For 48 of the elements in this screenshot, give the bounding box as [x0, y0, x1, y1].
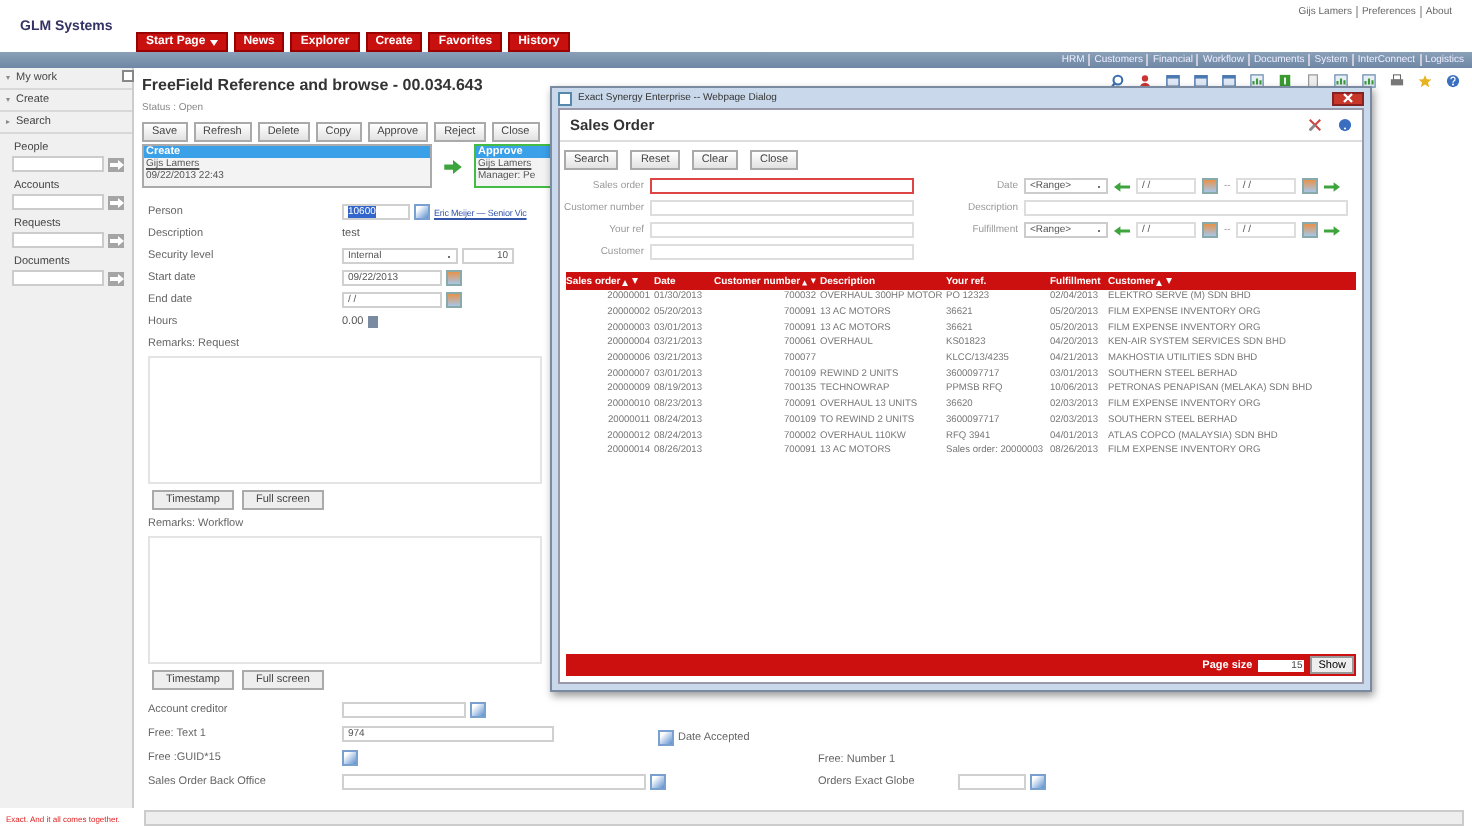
lookup-icon[interactable]: [414, 204, 430, 220]
page-title: FreeField Reference and browse - 00.034.643: [142, 76, 483, 94]
lookup-icon[interactable]: [658, 730, 674, 746]
calendar-icon[interactable]: [1202, 178, 1218, 194]
creditor-field[interactable]: [342, 702, 466, 719]
window-icon[interactable]: [1194, 74, 1208, 88]
go-button[interactable]: [108, 157, 124, 171]
back-office-field[interactable]: [342, 773, 646, 790]
close-icon: [1342, 92, 1354, 104]
close-button[interactable]: [1332, 91, 1364, 105]
document-icon[interactable]: [1306, 74, 1320, 88]
star-icon[interactable]: [1418, 74, 1432, 88]
lookup-icon[interactable]: [342, 749, 358, 766]
arrow-icon: [444, 159, 462, 173]
sort-icon[interactable]: [622, 277, 639, 285]
tools-icon[interactable]: [1308, 118, 1322, 132]
sort-icon[interactable]: [1156, 277, 1173, 285]
lookup-icon[interactable]: [650, 773, 666, 790]
lookup-icon[interactable]: [1030, 774, 1047, 790]
search-field[interactable]: [12, 194, 104, 210]
arrow-icon[interactable]: [1324, 181, 1341, 191]
search-field[interactable]: [12, 156, 104, 172]
lookup-icon[interactable]: [470, 702, 486, 719]
go-button[interactable]: [108, 195, 124, 209]
info-icon[interactable]: [1278, 74, 1292, 88]
go-button[interactable]: [108, 233, 124, 247]
arrow-icon[interactable]: [1114, 181, 1130, 191]
arrow-icon[interactable]: [1114, 225, 1130, 235]
scrollbar[interactable]: [143, 810, 1464, 826]
search-field[interactable]: [12, 232, 104, 248]
collapse-icon[interactable]: [122, 70, 134, 82]
go-button[interactable]: [108, 271, 124, 285]
help-icon[interactable]: [1338, 118, 1352, 132]
printer-icon[interactable]: [1390, 74, 1404, 88]
search-icon[interactable]: [1110, 74, 1124, 88]
calendar-icon[interactable]: [1302, 178, 1319, 194]
window-icon[interactable]: [1222, 74, 1236, 88]
orders-field[interactable]: [958, 774, 1027, 790]
calendar-icon[interactable]: [1202, 222, 1218, 238]
search-field[interactable]: [12, 270, 104, 286]
arrow-icon[interactable]: [1324, 225, 1341, 235]
sort-icon[interactable]: [802, 277, 816, 285]
calculator-icon[interactable]: [367, 316, 378, 328]
help-icon[interactable]: [1446, 74, 1460, 88]
filter-field[interactable]: [650, 178, 914, 194]
window-icon[interactable]: [1166, 74, 1180, 88]
calendar-icon[interactable]: [1302, 222, 1319, 238]
caret-icon: [209, 39, 218, 45]
